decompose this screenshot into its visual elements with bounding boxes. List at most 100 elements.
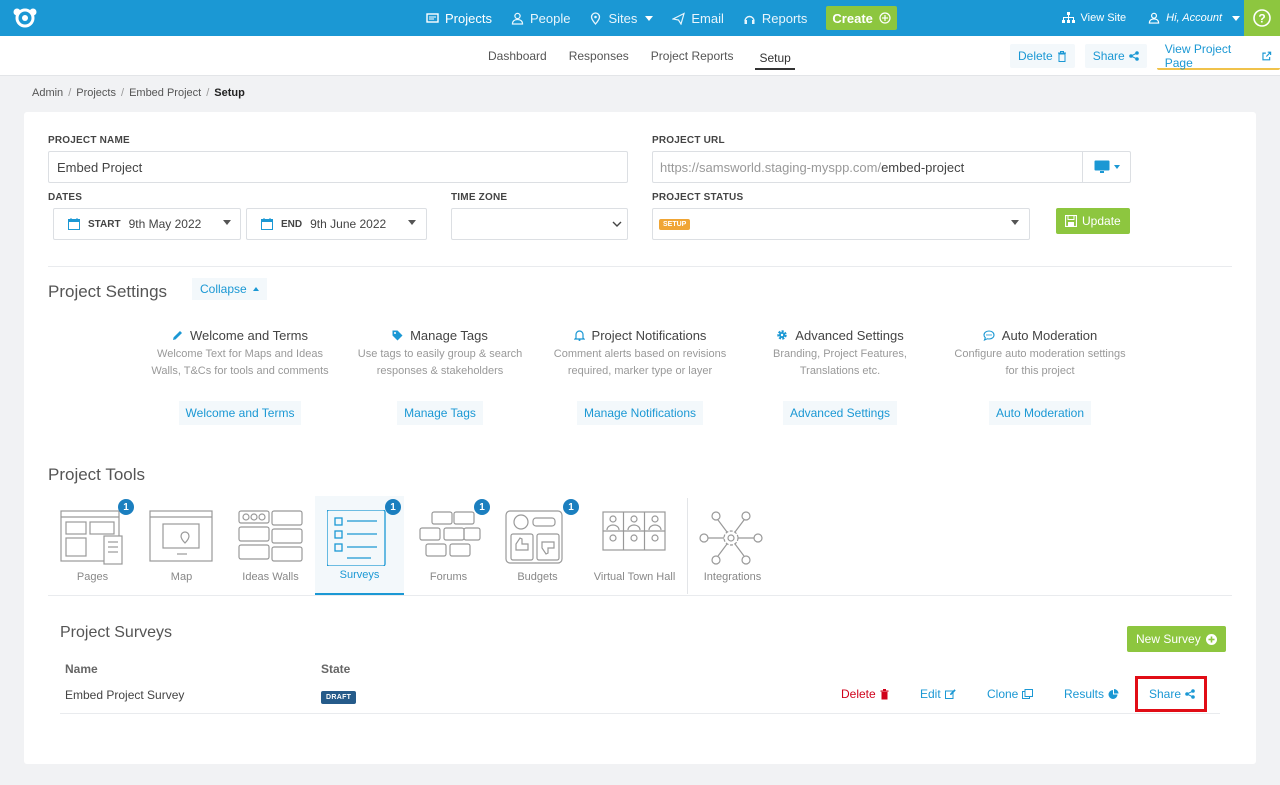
tool-label: Ideas Walls	[242, 571, 299, 583]
new-survey-button[interactable]: New Survey	[1127, 626, 1226, 652]
edit-survey-label: Edit	[920, 687, 941, 701]
nav-sites-label: Sites	[608, 10, 638, 26]
tools-bar: 1 Pages Map Ideas Walls 1 Surveys 1 Foru…	[48, 496, 777, 596]
breadcrumb-project[interactable]: Embed Project	[129, 87, 201, 99]
clone-survey-button[interactable]: Clone	[987, 687, 1034, 701]
manage-notifications-button[interactable]: Manage Notifications	[576, 401, 704, 425]
setting-desc: required, marker type or layer	[567, 365, 713, 377]
setting-desc: Comment alerts based on revisions	[553, 348, 727, 360]
setting-auto-moderation: Auto Moderation Configure auto moderatio…	[940, 327, 1140, 425]
breadcrumb-admin[interactable]: Admin	[32, 87, 63, 99]
tab-setup[interactable]: Setup	[755, 47, 795, 70]
collapse-button[interactable]: Collapse	[192, 278, 267, 300]
project-surveys-title: Project Surveys	[60, 624, 173, 641]
gear-icon	[777, 330, 787, 340]
tool-virtual-town-hall[interactable]: Virtual Town Hall	[582, 496, 687, 595]
calendar-icon	[68, 218, 80, 230]
tool-map[interactable]: Map	[137, 496, 226, 595]
nav-projects[interactable]: Projects	[426, 11, 492, 26]
tool-label: Forums	[429, 571, 468, 583]
tool-label: Surveys	[339, 569, 380, 581]
tool-integrations[interactable]: Integrations	[688, 496, 777, 595]
help-button[interactable]: ?	[1244, 0, 1280, 36]
project-settings-title: Project Settings	[48, 282, 168, 301]
trash-icon	[880, 688, 889, 699]
delete-project-button[interactable]: Delete	[1010, 44, 1075, 68]
setting-desc: Welcome Text for Maps and Ideas	[157, 348, 323, 360]
nav-email[interactable]: Email	[672, 11, 724, 26]
trash-icon	[1057, 50, 1066, 62]
chevron-down-icon	[223, 220, 231, 225]
edit-survey-button[interactable]: Edit	[920, 687, 956, 701]
svg-text:?: ?	[1258, 12, 1265, 26]
chevron-down-icon	[1113, 165, 1120, 169]
chevron-down-icon	[408, 220, 416, 225]
setting-desc: Branding, Project Features,	[773, 348, 907, 360]
time-zone-select[interactable]	[451, 208, 628, 240]
projects-icon	[426, 12, 439, 23]
end-label: END	[281, 218, 303, 230]
time-zone-label: TIME ZONE	[451, 192, 508, 203]
brand-logo-icon[interactable]	[12, 6, 38, 30]
tool-pages[interactable]: 1 Pages	[48, 496, 137, 595]
manage-tags-button[interactable]: Manage Tags	[397, 401, 483, 425]
new-survey-label: New Survey	[1136, 632, 1201, 646]
column-header-state: State	[321, 662, 351, 676]
share-project-button[interactable]: Share	[1084, 44, 1147, 68]
top-navbar: Projects People Sites Email Reports Crea…	[0, 0, 1280, 36]
create-button[interactable]: Create	[826, 6, 897, 30]
device-preview-dropdown[interactable]	[1082, 152, 1130, 182]
town-hall-icon	[602, 511, 666, 551]
tab-project-reports[interactable]: Project Reports	[651, 41, 734, 71]
setting-title: Auto Moderation	[1001, 327, 1098, 343]
account-menu[interactable]: Hi, Account	[1148, 12, 1240, 24]
end-date-picker[interactable]: END 9th June 2022	[246, 208, 427, 240]
update-button[interactable]: Update	[1056, 208, 1130, 234]
chat-icon	[983, 329, 995, 341]
results-survey-button[interactable]: Results	[1064, 687, 1119, 701]
tool-ideas-walls[interactable]: Ideas Walls	[226, 496, 315, 595]
start-date-value: 9th May 2022	[128, 217, 202, 231]
calendar-icon	[261, 218, 273, 230]
project-url-input[interactable]: https://samsworld.staging-myspp.com/embe…	[652, 151, 1131, 183]
project-url-slug: embed-project	[881, 159, 965, 175]
user-icon	[511, 12, 524, 25]
pencil-icon	[172, 330, 182, 340]
project-status-select[interactable]: SETUP	[652, 208, 1030, 240]
budget-icon	[505, 510, 563, 564]
setting-welcome-terms: Welcome and Terms Welcome Text for Maps …	[140, 327, 340, 425]
breadcrumb-projects[interactable]: Projects	[76, 87, 116, 99]
advanced-settings-button[interactable]: Advanced Settings	[782, 401, 898, 425]
tool-surveys[interactable]: 1 Surveys	[315, 496, 404, 595]
project-name-input[interactable]: Embed Project	[48, 151, 628, 183]
nav-sites[interactable]: Sites	[589, 10, 654, 26]
setting-title: Advanced Settings	[795, 327, 904, 343]
delete-survey-button[interactable]: Delete	[841, 687, 889, 701]
tool-label: Pages	[76, 571, 109, 583]
results-survey-label: Results	[1064, 687, 1105, 701]
tool-forums[interactable]: 1 Forums	[404, 496, 493, 595]
tool-budgets[interactable]: 1 Budgets	[493, 496, 582, 595]
delete-project-label: Delete	[1018, 49, 1053, 63]
pin-icon	[591, 11, 601, 25]
auto-moderation-button[interactable]: Auto Moderation	[988, 401, 1092, 425]
start-date-picker[interactable]: START 9th May 2022	[53, 208, 241, 240]
setting-title: Project Notifications	[591, 327, 707, 343]
nav-reports[interactable]: Reports	[743, 11, 807, 26]
tab-responses[interactable]: Responses	[569, 41, 629, 71]
view-project-page-button[interactable]: View Project Page	[1156, 42, 1280, 70]
sitemap-icon	[1061, 12, 1075, 23]
bell-icon	[573, 330, 585, 341]
account-label: Hi, Account	[1166, 12, 1222, 24]
user-icon	[1148, 12, 1160, 24]
send-icon	[672, 11, 686, 25]
nav-people[interactable]: People	[511, 11, 570, 26]
tab-dashboard[interactable]: Dashboard	[488, 41, 547, 71]
welcome-terms-button[interactable]: Welcome and Terms	[178, 401, 302, 425]
nav-people-label: People	[529, 10, 571, 26]
setting-title: Manage Tags	[410, 327, 488, 343]
view-site-link[interactable]: View Site	[1061, 12, 1126, 24]
tool-count-badge: 1	[474, 499, 490, 515]
setting-desc: Use tags to easily group & search	[357, 348, 523, 360]
forum-icon	[419, 511, 481, 557]
